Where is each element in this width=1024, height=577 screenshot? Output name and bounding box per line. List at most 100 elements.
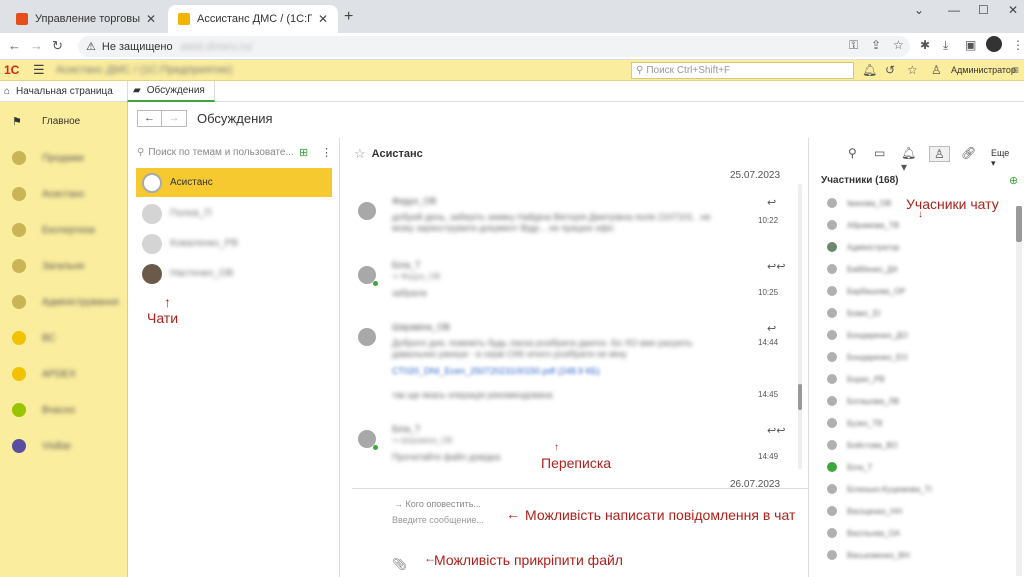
sidebar-item-vs[interactable]: ВС xyxy=(12,331,56,345)
attachment-link[interactable]: CT020_DNI_Ecen_25072023100150.pdf (248.9… xyxy=(392,366,600,376)
section-icon xyxy=(12,403,26,417)
avatar xyxy=(827,264,837,274)
scrollbar-thumb[interactable] xyxy=(1016,206,1022,242)
sidebar-item-sales[interactable]: Продажи xyxy=(12,151,84,165)
member-item[interactable]: Біла_Т xyxy=(827,462,872,472)
reply-icon[interactable]: ↩ xyxy=(767,322,776,335)
message-quote: ↪ Федун_ОВ xyxy=(392,272,441,281)
search-icon: ⚲ xyxy=(636,65,644,76)
member-item[interactable]: Іванова_ОВ xyxy=(827,198,891,208)
member-item[interactable]: Біленько-Куцюмова_ТІ xyxy=(827,484,932,494)
member-item[interactable]: Байбенко_ДА xyxy=(827,264,898,274)
browser-tab-2[interactable]: Ассистанс ДМС / (1С:Предприя ✕ xyxy=(168,5,338,33)
global-search-input[interactable]: ⚲ Поиск Ctrl+Shift+F xyxy=(631,62,854,79)
more-icon[interactable]: ⋮ xyxy=(321,146,332,159)
member-item[interactable]: Барбашова_ОР xyxy=(827,286,905,296)
reload-icon[interactable]: ↻ xyxy=(52,38,63,54)
browser-tab-1[interactable]: Управление торговым предпр ✕ xyxy=(6,5,166,33)
app-logo: 1С xyxy=(4,63,20,77)
chat-search-input[interactable]: ⚲ Поиск по темам и пользовате... xyxy=(137,144,295,160)
reply-all-icon[interactable]: ↩↩ xyxy=(767,260,785,273)
member-item[interactable]: Бондаренко_ДО xyxy=(827,330,908,340)
attach-file-icon[interactable]: 📎︎ xyxy=(392,557,407,571)
chat-item[interactable]: Настенко_ОВ xyxy=(136,259,332,288)
member-item[interactable]: Васіщенко_НН xyxy=(827,506,902,516)
download-icon[interactable]: ⤓ xyxy=(943,38,948,53)
reply-all-icon[interactable]: ↩↩ xyxy=(767,424,785,437)
section-icon xyxy=(12,331,26,345)
back-button[interactable]: ← xyxy=(137,109,162,127)
sidebar-item-vchasno[interactable]: Вчасно xyxy=(12,403,75,417)
chat-item[interactable]: Коваленко_РВ xyxy=(136,229,332,258)
add-member-icon[interactable]: ⊕ xyxy=(1009,174,1018,187)
sidebar-item-general[interactable]: Загальне xyxy=(12,259,85,273)
member-item[interactable]: Васільєва_ОА xyxy=(827,528,900,538)
new-chat-icon[interactable]: ⊞ xyxy=(299,146,308,159)
close-tab-icon[interactable]: ✕ xyxy=(318,12,328,26)
minimize-icon[interactable]: — xyxy=(948,3,960,17)
history-icon[interactable]: ↺ xyxy=(885,63,895,77)
sidebar-item-main[interactable]: ⚑ Главное xyxy=(12,115,80,128)
message-input[interactable]: Введите сообщение... xyxy=(392,515,484,525)
forward-button[interactable]: → xyxy=(162,109,187,127)
member-item[interactable]: Бузко_ТВ xyxy=(827,418,882,428)
chat-item[interactable]: Полєв_П xyxy=(136,199,332,228)
favorite-star-icon[interactable]: ☆ xyxy=(354,146,366,162)
url-field[interactable]: ⚠ Не защищено asist.dmsru.ru/ xyxy=(78,36,910,57)
favorites-star-icon[interactable]: ☆ xyxy=(907,63,918,77)
sidebar-item-assistance[interactable]: Асистанс xyxy=(12,187,85,201)
sidebar-item-administration[interactable]: Адміністрування xyxy=(12,295,119,309)
settings-menu-icon[interactable]: ≡ xyxy=(1012,63,1019,77)
tab-discussions[interactable]: ▰ Обсуждения xyxy=(127,81,215,102)
avatar xyxy=(827,462,837,472)
notify-input[interactable]: → Кого оповестить... xyxy=(394,499,481,509)
profile-avatar[interactable] xyxy=(986,36,1002,52)
scrollbar-thumb[interactable] xyxy=(798,384,802,410)
section-icon xyxy=(12,439,26,453)
bell-icon[interactable]: 🔔︎ xyxy=(862,63,877,77)
section-icon xyxy=(12,187,26,201)
notify-placeholder: Кого оповестить... xyxy=(405,499,481,509)
address-bar: ← → ↻ ⚠ Не защищено asist.dmsru.ru/ ⚿ ⇪ … xyxy=(0,33,1024,60)
share-icon[interactable]: ⇪ xyxy=(871,38,881,52)
member-item[interactable]: Бойстова_ВО xyxy=(827,440,898,450)
member-item[interactable]: Бовкс_ЕІ xyxy=(827,308,881,318)
close-tab-icon[interactable]: ✕ xyxy=(146,12,156,26)
sidebar-item-label: Експертиза xyxy=(42,224,95,236)
member-name: Абрамова_ТВ xyxy=(847,220,900,230)
sidebar-item-label: APDEX xyxy=(42,368,76,380)
messages-scrollbar[interactable] xyxy=(798,184,802,469)
message-author: Біла_Т xyxy=(392,424,421,434)
member-item[interactable]: Бондаренко_ЕО xyxy=(827,352,908,362)
sidebar-item-apdex[interactable]: APDEX xyxy=(12,367,76,381)
user-name[interactable]: Администратор xyxy=(951,65,1016,75)
member-item[interactable]: Боташова_ЛВ xyxy=(827,396,899,406)
member-item[interactable]: Абрамова_ТВ xyxy=(827,220,899,230)
menu-kebab-icon[interactable]: ⋮ xyxy=(1012,38,1024,52)
reply-icon[interactable]: ↩ xyxy=(767,196,776,209)
close-window-icon[interactable]: ✕ xyxy=(1008,3,1018,17)
maximize-icon[interactable]: ☐ xyxy=(978,3,989,17)
bookmark-star-icon[interactable]: ☆ xyxy=(893,38,904,52)
avatar xyxy=(827,528,837,538)
menu-icon[interactable]: ☰ xyxy=(33,62,45,78)
user-icon[interactable]: ♙ xyxy=(931,63,942,77)
side-panel-icon[interactable]: ▣ xyxy=(965,38,976,52)
sidebar-item-visbar[interactable]: VisBar xyxy=(12,439,71,453)
sidebar-item-expertise[interactable]: Експертиза xyxy=(12,223,95,237)
message-time: 14:49 xyxy=(758,452,779,461)
chevron-down-icon[interactable]: ⌄ xyxy=(914,3,924,17)
message-quote: ↪ Шаравіна_ОВ xyxy=(392,436,453,445)
extensions-icon[interactable]: ✱ xyxy=(920,38,930,52)
chat-item-asistans[interactable]: Асистанс xyxy=(136,168,332,197)
forward-icon[interactable]: → xyxy=(30,38,43,53)
members-scrollbar[interactable] xyxy=(1016,206,1022,576)
member-item[interactable]: Борис_РВ xyxy=(827,374,885,384)
new-tab-button[interactable]: + xyxy=(344,8,353,26)
member-item[interactable]: Адміністратор xyxy=(827,242,899,252)
message-author: Федун_ОВ xyxy=(392,196,437,206)
tab-home[interactable]: ⌂ Начальная страница xyxy=(4,81,113,102)
back-icon[interactable]: ← xyxy=(8,38,21,53)
key-icon[interactable]: ⚿ xyxy=(849,38,858,53)
member-item[interactable]: Васьковенко_ВН xyxy=(827,550,910,560)
